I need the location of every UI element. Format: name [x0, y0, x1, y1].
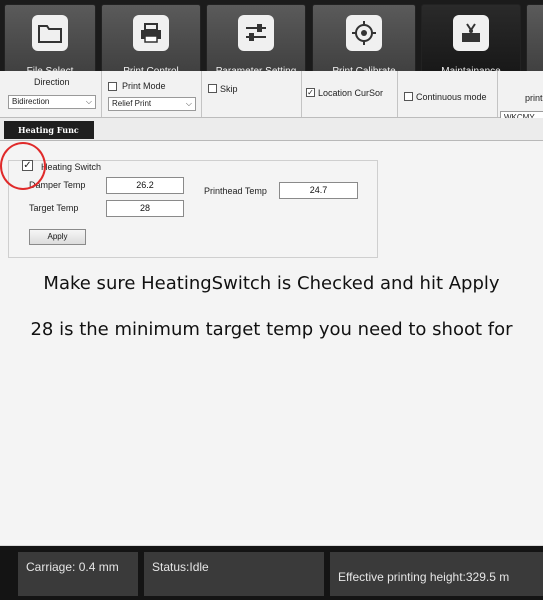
location-cursor-group: ✓ Location CurSor	[302, 71, 398, 117]
print-mode-checkbox[interactable]	[108, 82, 117, 91]
annotation-circle	[0, 142, 46, 190]
print-color-group: print WKCMY	[498, 71, 543, 125]
direction-value: Bidirection	[12, 97, 50, 106]
instruction-line-1: Make sure HeatingSwitch is Checked and h…	[43, 273, 500, 294]
heating-switch-label: Heating Switch	[41, 162, 102, 172]
folder-icon	[32, 15, 68, 51]
print-mode-select[interactable]: Relief Print ⌵	[108, 97, 196, 111]
print-mode-value: Relief Print	[112, 99, 152, 108]
maintenance-icon	[453, 15, 489, 51]
direction-select[interactable]: Bidirection ⌵	[8, 95, 96, 109]
continuous-mode-checkbox[interactable]	[404, 92, 413, 101]
effective-height-status: Effective printing height:329.5 m	[330, 552, 543, 596]
direction-group: Direction Bidirection ⌵	[0, 71, 102, 117]
printhead-temp-field[interactable]: 24.7	[279, 182, 358, 199]
location-cursor-label: Location CurSor	[318, 88, 384, 98]
direction-label: Direction	[34, 77, 70, 87]
print-label: print	[525, 93, 543, 103]
skip-label: Skip	[220, 84, 238, 94]
crosshair-icon	[346, 15, 382, 51]
print-mode-group: Print Mode Relief Print ⌵	[102, 71, 202, 117]
chevron-down-icon: ⌵	[85, 97, 92, 106]
carriage-status: Carriage: 0.4 mm	[18, 552, 138, 596]
target-temp-label: Target Temp	[29, 203, 79, 213]
skip-checkbox[interactable]	[208, 84, 217, 93]
skip-group: Skip	[202, 71, 302, 117]
printer-icon	[133, 15, 169, 51]
tab-strip: Heating Func	[0, 118, 543, 141]
status-bar: Carriage: 0.4 mm Status:Idle Effective p…	[0, 546, 543, 600]
chevron-down-icon: ⌵	[185, 99, 192, 108]
parameter-bar: Direction Bidirection ⌵ Print Mode Relie…	[0, 71, 543, 125]
location-cursor-checkbox[interactable]: ✓	[306, 88, 315, 97]
continuous-mode-label: Continuous mode	[416, 92, 487, 102]
printhead-temp-label: Printhead Temp	[204, 186, 267, 196]
tab-heating-func[interactable]: Heating Func	[4, 121, 94, 139]
print-mode-label: Print Mode	[122, 81, 166, 91]
continuous-mode-group: Continuous mode	[398, 71, 498, 117]
instruction-line-2: 28 is the minimum target temp you need t…	[30, 319, 513, 340]
target-temp-field[interactable]: 28	[106, 200, 184, 217]
sliders-icon	[238, 15, 274, 51]
status-text: Status:Idle	[144, 552, 324, 596]
damper-temp-field[interactable]: 26.2	[106, 177, 184, 194]
apply-button[interactable]: Apply	[29, 229, 86, 245]
